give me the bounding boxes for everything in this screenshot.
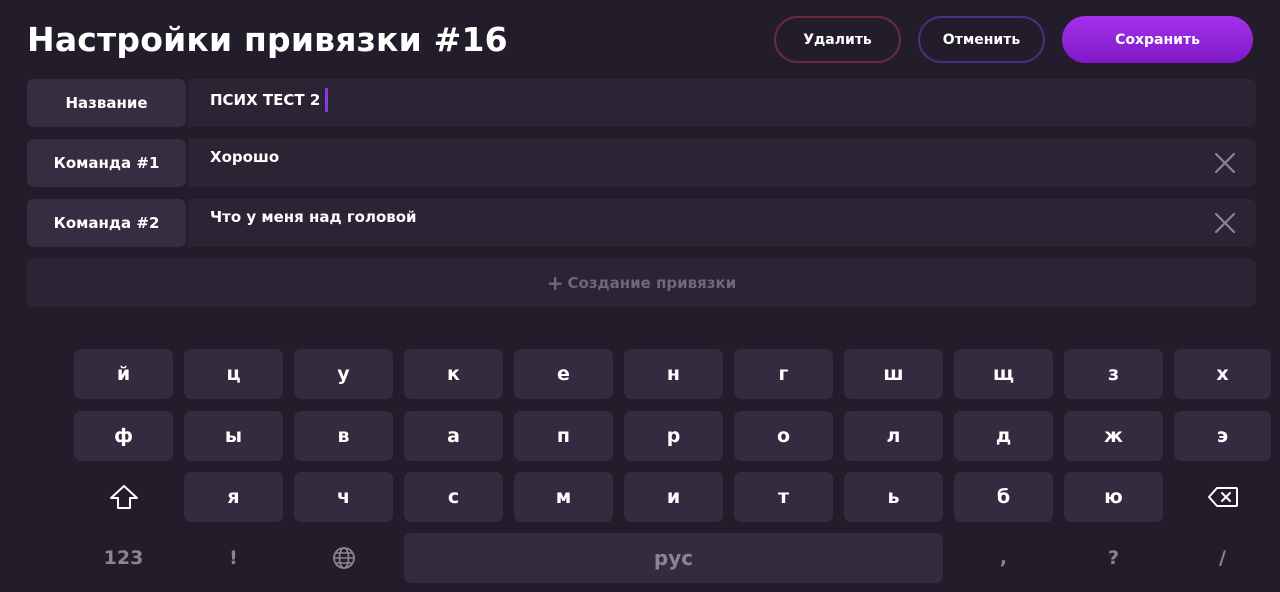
key[interactable]: щ <box>954 349 1053 399</box>
globe-icon <box>332 547 355 569</box>
backspace-key[interactable] <box>1174 472 1271 522</box>
key[interactable]: т <box>734 472 833 522</box>
shift-icon <box>109 485 138 509</box>
exclaim-key[interactable]: ! <box>184 533 283 583</box>
command-label: Команда #2 <box>27 199 186 247</box>
key[interactable]: с <box>404 472 503 522</box>
key[interactable]: д <box>954 411 1053 461</box>
create-binding-label: Создание привязки <box>567 273 737 292</box>
command-row: Команда #1 Хорошо <box>27 139 1256 187</box>
command-label: Команда #1 <box>27 139 186 187</box>
command-field[interactable]: Что у меня над головой <box>188 199 1256 247</box>
key[interactable]: ф <box>74 411 173 461</box>
key[interactable]: а <box>404 411 503 461</box>
comma-key[interactable]: , <box>954 533 1053 583</box>
close-icon[interactable] <box>1214 152 1236 174</box>
name-label: Название <box>27 79 186 127</box>
key[interactable]: ж <box>1064 411 1163 461</box>
key[interactable]: ч <box>294 472 393 522</box>
page-title: Настройки привязки #16 <box>27 20 508 59</box>
create-binding-button[interactable]: + Создание привязки <box>27 258 1256 307</box>
command-row: Команда #2 Что у меня над головой <box>27 199 1256 247</box>
slash-key[interactable]: / <box>1174 533 1271 583</box>
binding-settings-screen: Настройки привязки #16 Удалить Отменить … <box>0 0 1280 592</box>
key[interactable]: к <box>404 349 503 399</box>
command-field[interactable]: Хорошо <box>188 139 1256 187</box>
key[interactable]: о <box>734 411 833 461</box>
backspace-icon <box>1207 487 1238 507</box>
space-key[interactable]: рус <box>404 533 943 583</box>
shift-key[interactable] <box>74 472 173 522</box>
key[interactable]: г <box>734 349 833 399</box>
key[interactable]: й <box>74 349 173 399</box>
key[interactable]: ш <box>844 349 943 399</box>
key[interactable]: ы <box>184 411 283 461</box>
key[interactable]: ю <box>1064 472 1163 522</box>
delete-button[interactable]: Удалить <box>774 16 901 63</box>
name-value: ПСИХ ТЕСТ 2 <box>210 91 321 109</box>
key[interactable]: я <box>184 472 283 522</box>
key[interactable]: н <box>624 349 723 399</box>
language-key[interactable] <box>294 533 393 583</box>
key[interactable]: б <box>954 472 1053 522</box>
key[interactable]: х <box>1174 349 1271 399</box>
plus-icon: + <box>546 270 564 295</box>
key[interactable]: з <box>1064 349 1163 399</box>
command-value: Хорошо <box>210 148 280 166</box>
cancel-button[interactable]: Отменить <box>918 16 1045 63</box>
text-caret <box>325 88 329 112</box>
name-row: Название ПСИХ ТЕСТ 2 <box>27 79 1256 127</box>
key[interactable]: м <box>514 472 613 522</box>
key[interactable]: ь <box>844 472 943 522</box>
question-key[interactable]: ? <box>1064 533 1163 583</box>
close-icon[interactable] <box>1214 212 1236 234</box>
save-button[interactable]: Сохранить <box>1062 16 1253 63</box>
key[interactable]: ц <box>184 349 283 399</box>
key[interactable]: е <box>514 349 613 399</box>
key[interactable]: у <box>294 349 393 399</box>
command-value: Что у меня над головой <box>210 208 417 226</box>
key[interactable]: в <box>294 411 393 461</box>
key[interactable]: э <box>1174 411 1271 461</box>
key[interactable]: л <box>844 411 943 461</box>
name-field[interactable]: ПСИХ ТЕСТ 2 <box>188 79 1256 127</box>
key[interactable]: и <box>624 472 723 522</box>
key[interactable]: п <box>514 411 613 461</box>
numbers-key[interactable]: 123 <box>74 533 173 583</box>
key[interactable]: р <box>624 411 723 461</box>
